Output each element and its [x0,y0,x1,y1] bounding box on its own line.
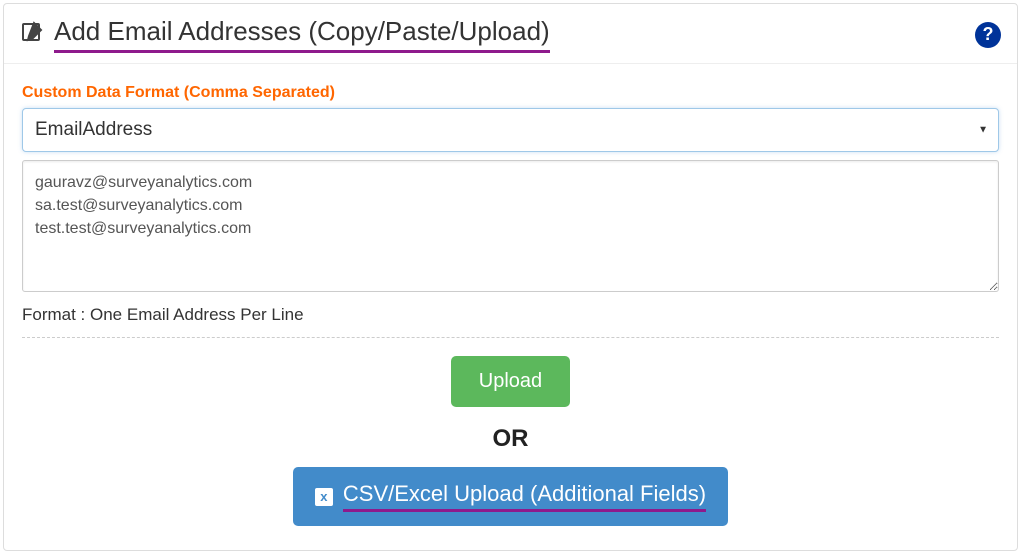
panel-header: Add Email Addresses (Copy/Paste/Upload) … [4,4,1017,64]
data-format-select[interactable]: EmailAddress ▼ [22,108,999,152]
data-format-selected: EmailAddress [35,119,152,141]
add-email-panel: Add Email Addresses (Copy/Paste/Upload) … [3,3,1018,551]
edit-icon [20,20,44,49]
help-icon[interactable]: ? [975,22,1001,48]
data-format-label: Custom Data Format (Comma Separated) [22,84,999,102]
chevron-down-icon: ▼ [978,125,988,136]
panel-title: Add Email Addresses (Copy/Paste/Upload) [54,16,550,53]
csv-upload-button-label: CSV/Excel Upload (Additional Fields) [343,481,706,512]
email-address-textarea[interactable] [22,160,999,292]
format-hint: Format : One Email Address Per Line [22,305,999,338]
excel-icon: x [315,488,333,506]
csv-upload-button[interactable]: x CSV/Excel Upload (Additional Fields) [293,467,728,526]
or-divider: OR [22,425,999,453]
upload-button[interactable]: Upload [451,356,570,407]
